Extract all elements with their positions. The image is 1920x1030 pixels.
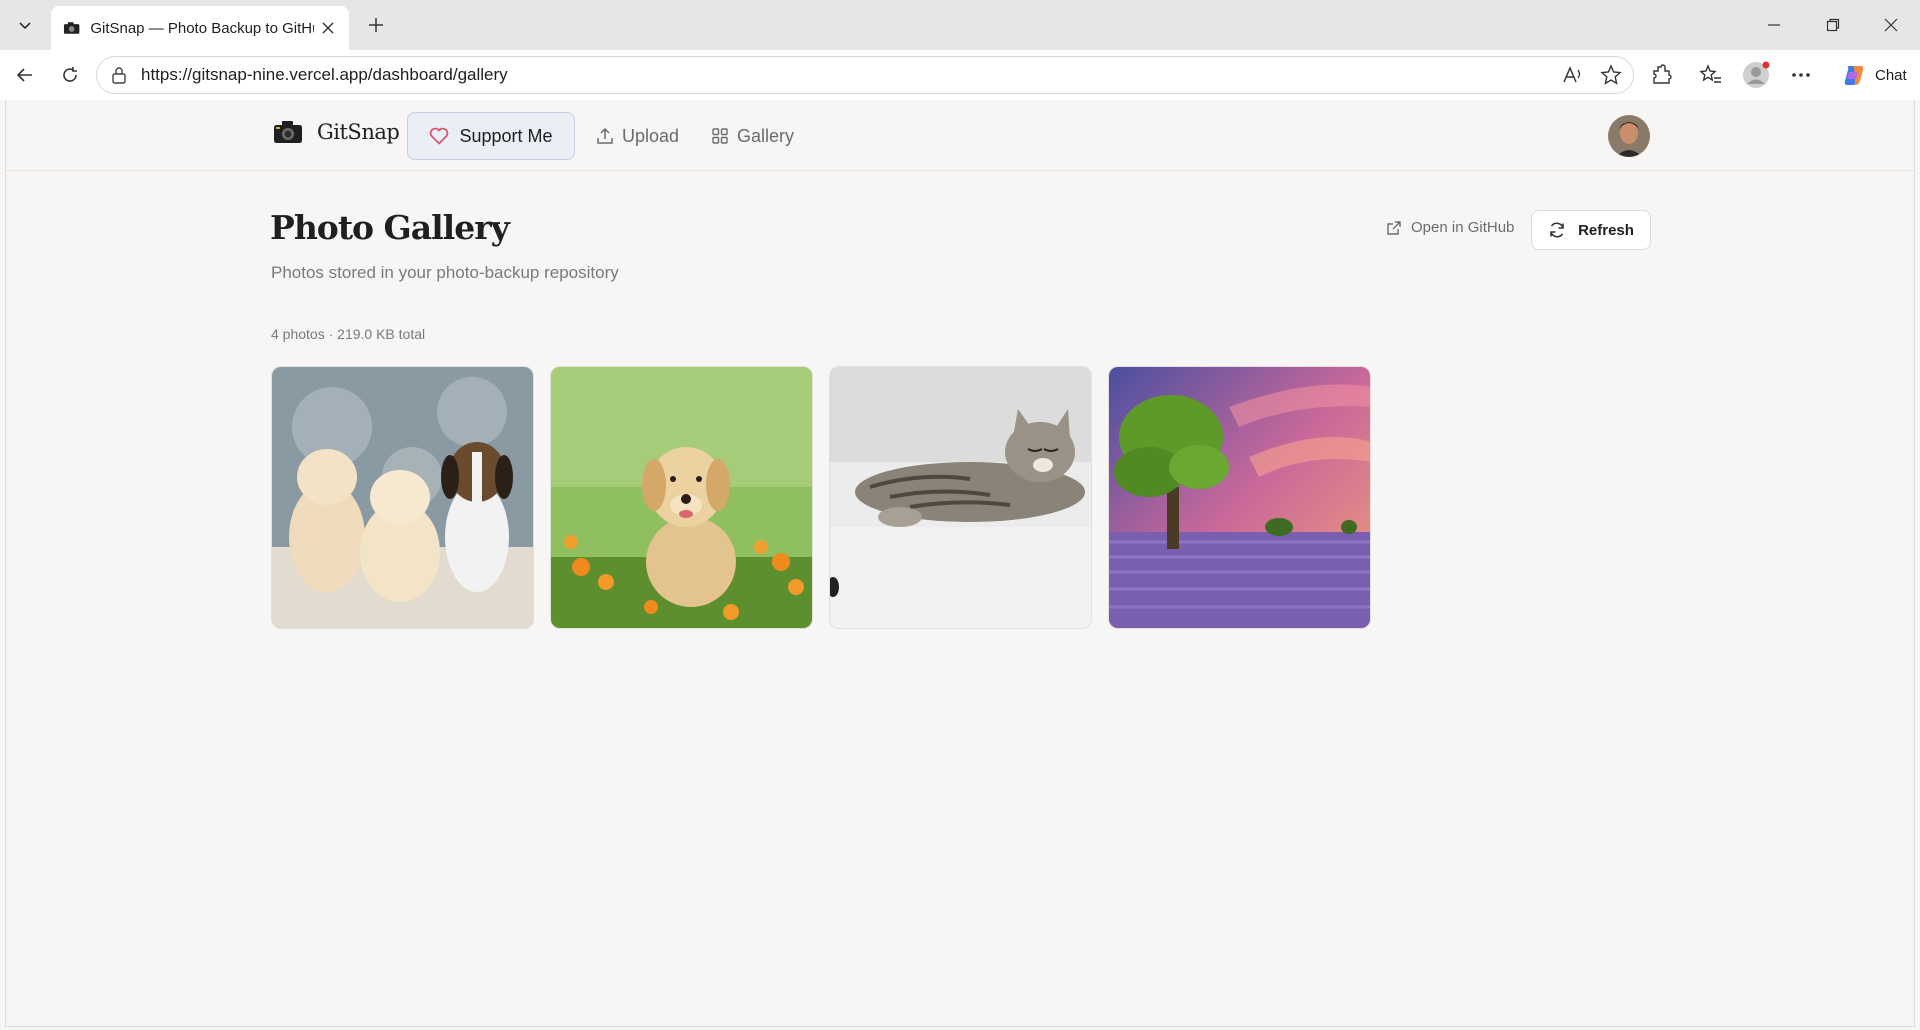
photo-tile[interactable] <box>829 366 1092 629</box>
photo-tile[interactable] <box>271 366 534 629</box>
minimize-button[interactable] <box>1754 8 1794 42</box>
nav-upload-label: Upload <box>622 125 680 146</box>
browser-toolbar: https://gitsnap-nine.vercel.app/dashboar… <box>0 50 1920 100</box>
copilot-chat-button[interactable]: Chat <box>1833 58 1915 92</box>
reload-button[interactable] <box>53 58 87 92</box>
lavender-tree-icon <box>1109 367 1370 628</box>
star-icon[interactable] <box>1597 61 1625 89</box>
support-me-label: Support Me <box>459 125 553 146</box>
user-avatar[interactable] <box>1608 115 1650 157</box>
close-window-button[interactable] <box>1871 8 1911 42</box>
page-viewport: GitSnap Support Me Upload Gallery Photo … <box>5 100 1915 1027</box>
open-in-github-link[interactable]: Open in GitHub <box>1386 219 1514 236</box>
refresh-label: Refresh <box>1578 221 1634 239</box>
page-subtitle: Photos stored in your photo-backup repos… <box>271 263 619 282</box>
plus-icon <box>369 18 383 32</box>
browser-tab-active[interactable]: GitSnap — Photo Backup to GitHub <box>51 6 349 50</box>
nav-gallery[interactable]: Gallery <box>711 112 794 160</box>
more-options-icon[interactable] <box>1784 58 1818 92</box>
back-button[interactable] <box>8 58 42 92</box>
refresh-button[interactable]: Refresh <box>1531 210 1651 250</box>
page-title: Photo Gallery <box>270 208 510 247</box>
photo-tile[interactable] <box>550 366 813 629</box>
tab-title: GitSnap — Photo Backup to GitHub <box>90 19 314 37</box>
gallery-stats: 4 photos · 219.0 KB total <box>271 326 426 342</box>
reload-icon <box>63 67 77 82</box>
copilot-icon <box>1844 66 1864 85</box>
grid-icon <box>712 128 728 144</box>
logo[interactable]: GitSnap <box>273 120 400 144</box>
upload-icon <box>597 127 613 144</box>
nav-gallery-label: Gallery <box>737 125 795 146</box>
support-me-button[interactable]: Support Me <box>407 112 575 160</box>
new-tab-button[interactable] <box>361 10 391 40</box>
minimize-icon <box>1768 24 1780 26</box>
camera-icon <box>274 121 302 143</box>
tabby-cat-icon <box>830 367 1091 628</box>
read-aloud-icon[interactable] <box>1559 61 1587 89</box>
arrow-left-icon <box>16 68 32 82</box>
browser-tab-bar: GitSnap — Photo Backup to GitHub <box>0 0 1920 50</box>
photo-tile[interactable] <box>1108 366 1371 629</box>
profile-icon[interactable] <box>1739 58 1773 92</box>
photo-grid <box>271 366 1371 629</box>
golden-puppy-icon <box>551 367 812 628</box>
external-link-icon <box>1387 220 1401 235</box>
heart-icon <box>430 127 449 145</box>
tab-list-button[interactable] <box>8 8 42 42</box>
close-icon <box>1884 18 1898 32</box>
puppies-icon <box>272 367 533 628</box>
url-text: https://gitsnap-nine.vercel.app/dashboar… <box>141 65 508 84</box>
lock-icon[interactable] <box>109 65 129 85</box>
logo-text: GitSnap <box>317 120 400 144</box>
restore-button[interactable] <box>1813 8 1853 42</box>
nav-upload[interactable]: Upload <box>596 112 679 160</box>
favorites-icon[interactable] <box>1694 58 1728 92</box>
close-icon[interactable] <box>320 19 337 37</box>
camera-icon <box>63 22 80 34</box>
extensions-icon[interactable] <box>1644 58 1678 92</box>
chat-label: Chat <box>1875 66 1907 84</box>
restore-icon <box>1826 18 1840 32</box>
site-header: GitSnap Support Me Upload Gallery <box>6 100 1914 171</box>
address-bar[interactable]: https://gitsnap-nine.vercel.app/dashboar… <box>96 56 1634 94</box>
chevron-down-icon <box>19 22 31 30</box>
open-in-github-label: Open in GitHub <box>1411 219 1515 236</box>
refresh-icon <box>1550 222 1564 238</box>
